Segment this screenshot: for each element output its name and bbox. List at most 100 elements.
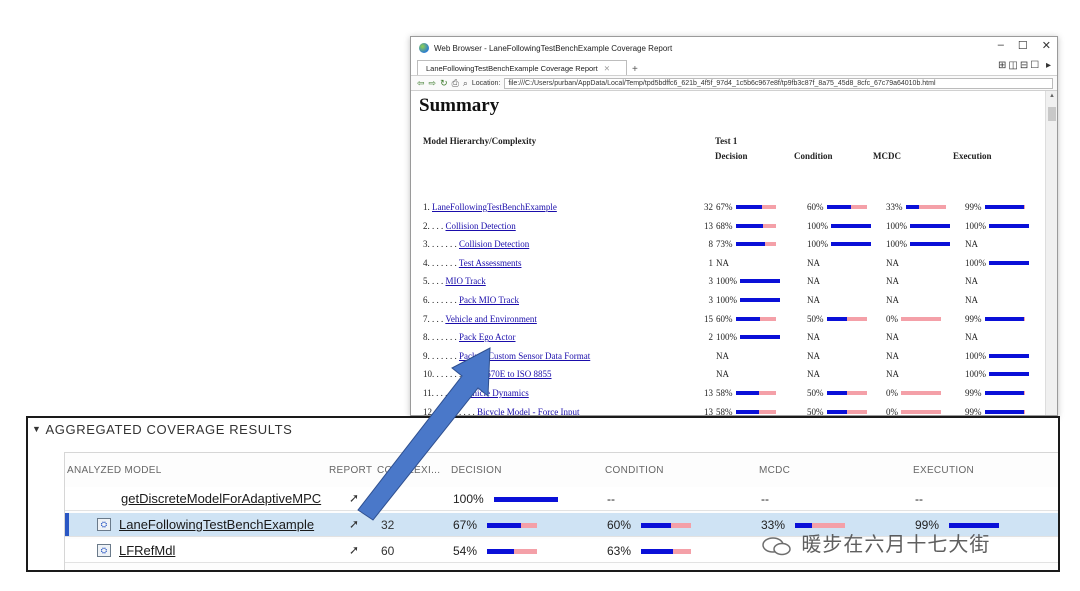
print-icon[interactable]: ⎙ xyxy=(452,78,459,89)
model-link[interactable]: Vehicle Dynamics xyxy=(463,388,529,398)
model-hierarchy-header: Model Hierarchy/Complexity xyxy=(423,136,537,146)
exec-cell: NA xyxy=(965,295,978,305)
model-link[interactable]: Pack to Custom Sensor Data Format xyxy=(459,351,590,361)
coverage-bar xyxy=(795,522,846,528)
model-link[interactable]: LaneFollowingTestBenchExample xyxy=(432,202,557,212)
col-complexity: COMPLEXI... xyxy=(377,465,441,476)
open-report-icon[interactable]: ➚ xyxy=(349,543,359,557)
collapse-triangle-icon[interactable]: ▼ xyxy=(32,424,42,434)
row-prefix: 9. . . . . . . xyxy=(423,350,459,361)
exec-value: NA xyxy=(965,239,978,250)
model-link[interactable]: Test Assessments xyxy=(459,258,522,268)
report-tab[interactable]: LaneFollowingTestBenchExample Coverage R… xyxy=(417,60,627,75)
open-report-icon[interactable]: ➚ xyxy=(349,491,359,505)
model-link[interactable]: SAE J670E to ISO 8855 xyxy=(464,369,552,379)
tab-close-icon[interactable]: ✕ xyxy=(604,64,610,73)
analyzed-model-link[interactable]: LFRefMdl xyxy=(119,543,175,558)
dec-cell: 73% xyxy=(716,239,776,249)
browser-window-title: Web Browser - LaneFollowingTestBenchExam… xyxy=(434,43,673,53)
refresh-icon[interactable]: ↻ xyxy=(440,78,448,89)
summary-row: 10. . . . . . . SAE J670E to ISO 8855 NA N… xyxy=(423,369,1043,387)
exec-cell: NA xyxy=(965,332,978,342)
scroll-thumb[interactable] xyxy=(1048,107,1056,121)
model-link[interactable]: Bicycle Model - Force Input xyxy=(477,407,579,415)
coverage-bar xyxy=(905,205,946,209)
coverage-bar xyxy=(493,496,558,502)
summary-heading: Summary xyxy=(419,95,500,116)
simulink-model-icon: ⛭ xyxy=(97,544,111,557)
forward-icon[interactable]: ⇨ xyxy=(429,78,437,89)
maximize-button[interactable]: ☐ xyxy=(1018,39,1028,52)
panel-header[interactable]: ▼ AGGREGATED COVERAGE RESULTS xyxy=(28,418,1058,440)
test-label: Test 1 xyxy=(715,136,738,146)
exec-value: -- xyxy=(915,492,923,506)
analyzed-model-link[interactable]: LaneFollowingTestBenchExample xyxy=(119,517,314,532)
analyzed-model-link[interactable]: getDiscreteModelForAdaptiveMPC xyxy=(121,491,321,506)
model-link[interactable]: Pack Ego Actor xyxy=(459,332,516,342)
dec-value: 73% xyxy=(716,239,733,250)
mcdc-value: NA xyxy=(886,276,899,287)
cond-cell: 50% xyxy=(807,388,867,398)
cond-value: NA xyxy=(807,332,820,343)
exec-cell: 99% xyxy=(965,314,1025,324)
page-scrollbar[interactable]: ▲ xyxy=(1045,91,1057,415)
exec-cell: 100% xyxy=(965,369,1029,379)
dec-cell: 67% xyxy=(716,202,776,212)
mcdc-cell: 0% xyxy=(886,388,941,398)
mcdc-value: 100% xyxy=(886,220,907,231)
location-label: Location: xyxy=(471,79,501,87)
dec-cell: 100% xyxy=(453,492,558,506)
summary-row-name: 12. . . . . . . . . . Bicycle Model - Fo… xyxy=(423,407,579,415)
model-link[interactable]: Pack MIO Track xyxy=(459,295,519,305)
row-prefix: 11. . . . . . . xyxy=(423,388,464,398)
summary-row: 11. . . . . . . Vehicle Dynamics 13 58% 50%… xyxy=(423,388,1043,406)
complexity-value: 1 xyxy=(708,257,714,268)
scroll-up-icon[interactable]: ▲ xyxy=(1049,93,1055,99)
mcdc-value: NA xyxy=(886,350,899,361)
model-link[interactable]: Collision Detection xyxy=(446,221,516,231)
coverage-bar xyxy=(984,205,1025,209)
complexity-value: 8 xyxy=(708,239,714,250)
coverage-bar xyxy=(735,409,776,414)
coverage-bar xyxy=(735,205,776,209)
simulink-model-icon: ⛭ xyxy=(97,518,111,531)
new-tab-button[interactable]: + xyxy=(632,64,638,75)
col-mcdc: MCDC xyxy=(759,465,791,476)
exec-cell: 100% xyxy=(965,351,1029,361)
row-prefix: 2. . . . xyxy=(423,220,446,231)
close-window-button[interactable]: ✕ xyxy=(1042,39,1051,52)
row-prefix: 1. xyxy=(423,202,432,212)
mcdc-cell: 0% xyxy=(886,314,941,324)
layout-icons[interactable]: ⊞◫⊟☐ ▸ xyxy=(998,60,1053,71)
summary-row: 1. LaneFollowingTestBenchExample 32 67% 60%… xyxy=(423,202,1043,220)
summary-row: 4. . . . . . . Test Assessments 1 NA NA NA 10… xyxy=(423,258,1043,276)
execution-header: Execution xyxy=(953,151,992,161)
dec-value: 100% xyxy=(716,295,737,305)
dec-value: 58% xyxy=(716,388,733,398)
minimize-button[interactable]: – xyxy=(998,39,1004,52)
coverage-bar xyxy=(910,242,950,247)
cond-value: NA xyxy=(807,369,820,380)
cond-value: 50% xyxy=(807,313,824,324)
back-icon[interactable]: ⇦ xyxy=(417,78,425,89)
find-icon[interactable]: ⌕ xyxy=(463,78,468,89)
complexity-value: 13 xyxy=(704,388,713,398)
wechat-logo-icon xyxy=(762,536,791,555)
cond-cell: 60% xyxy=(807,202,867,212)
condition-header: Condition xyxy=(794,151,833,161)
results-row[interactable]: getDiscreteModelForAdaptiveMPC ➚ 100% -- -- -… xyxy=(65,487,1058,511)
coverage-bar xyxy=(989,353,1029,358)
model-link[interactable]: Collision Detection xyxy=(459,239,529,249)
coverage-bar xyxy=(735,242,776,247)
report-tab-label: LaneFollowingTestBenchExample Coverage R… xyxy=(426,63,598,73)
mcdc-header: MCDC xyxy=(873,151,901,161)
complexity-value: 3 xyxy=(708,295,714,305)
window-controls: – ☐ ✕ xyxy=(998,39,1051,52)
open-report-icon[interactable]: ➚ xyxy=(349,517,359,531)
dec-cell: 54% xyxy=(453,544,538,558)
exec-value: 100% xyxy=(965,369,986,380)
model-link[interactable]: MIO Track xyxy=(446,276,486,286)
model-link[interactable]: Vehicle and Environment xyxy=(445,314,536,324)
url-field[interactable]: file:///C:/Users/purban/AppData/Local/Te… xyxy=(504,77,1053,89)
browser-titlebar: Web Browser - LaneFollowingTestBenchExam… xyxy=(411,37,1057,59)
